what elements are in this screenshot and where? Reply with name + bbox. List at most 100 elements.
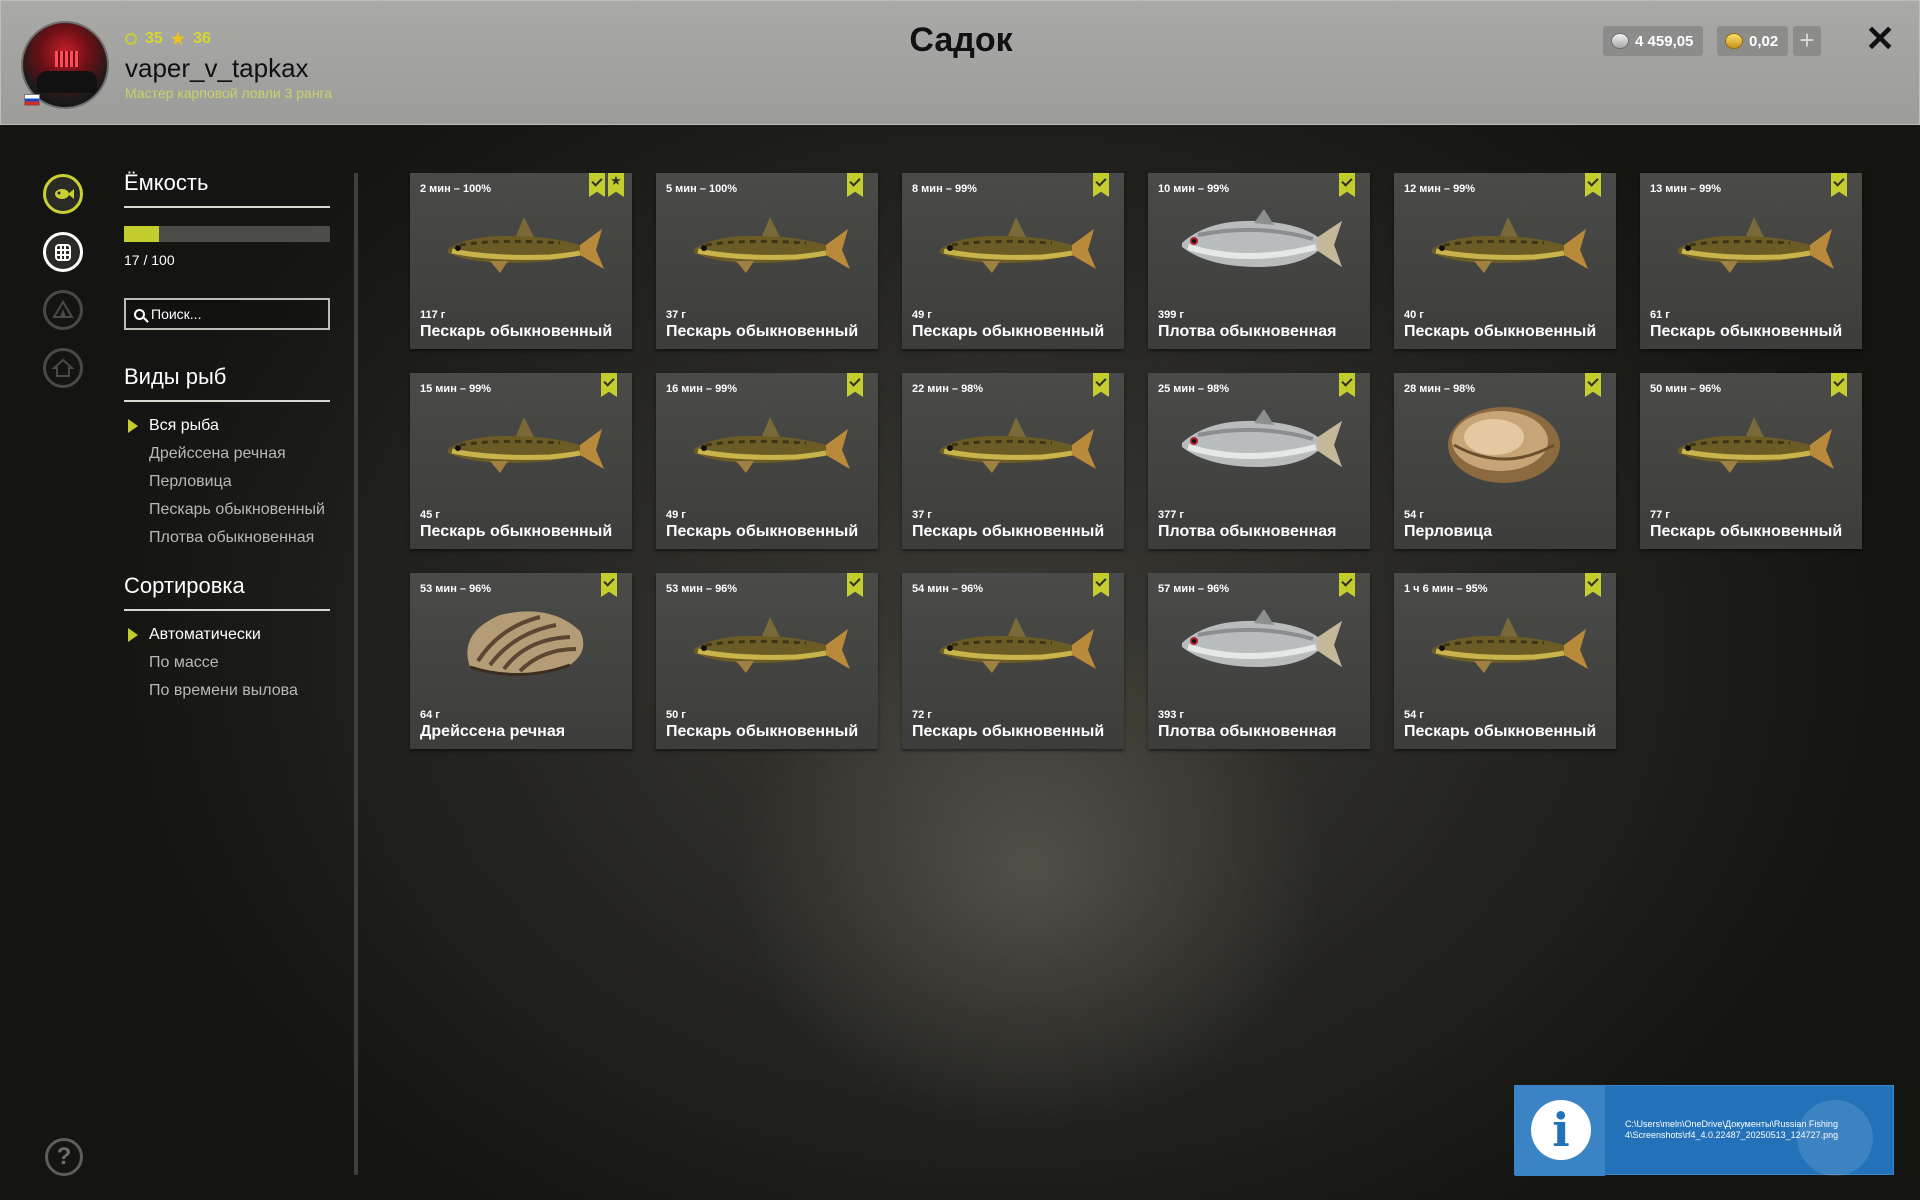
catch-weight: 377 г [1158,509,1184,521]
close-button[interactable]: ✕ [1865,19,1895,59]
home-icon[interactable] [43,348,83,388]
catch-weight: 45 г [420,509,440,521]
catch-name: Пескарь обыкновенный [1404,723,1597,740]
catch-card[interactable]: 8 мин – 99% 49 г Пескарь обыкновенный [902,173,1124,349]
tent-icon[interactable] [43,290,83,330]
catch-weight: 37 г [912,509,932,521]
bookmark-check-icon[interactable] [601,573,617,597]
gold-coin-icon [1725,33,1743,49]
catch-card[interactable]: 53 мин – 96% 50 г Пескарь обыкновенный [656,573,878,749]
catch-card[interactable]: 2 мин – 100% 117 г Пескарь обыкновенный ★ [410,173,632,349]
catch-name: Пескарь обыкновенный [912,723,1105,740]
catch-name: Плотва обыкновенная [1158,323,1337,340]
species-list: Вся рыба Дрейссена речная Перловица Пескарь… [124,416,330,547]
bookmark-check-icon[interactable] [1339,373,1355,397]
sort-option-label: По массе [149,654,219,671]
species-option[interactable]: Пескарь обыкновенный [124,500,330,519]
species-option[interactable]: Вся рыба [124,416,330,435]
sort-option[interactable]: По массе [124,653,330,672]
help-button[interactable]: ? [45,1138,83,1176]
catch-card[interactable]: 54 мин – 96% 72 г Пескарь обыкновенный [902,573,1124,749]
catch-card[interactable]: 13 мин – 99% 61 г Пескарь обыкновенный [1640,173,1862,349]
bookmark-check-icon[interactable] [1339,573,1355,597]
catch-time: 2 мин – 100% [420,183,492,195]
species-option[interactable]: Перловица [124,472,330,491]
player-rank: Мастер карповой ловли 3 ранга [125,85,333,101]
sort-heading: Сортировка [124,573,330,611]
catch-card[interactable]: 16 мин – 99% 49 г Пескарь обыкновенный [656,373,878,549]
catch-name: Перловица [1404,523,1493,540]
bookmark-check-icon[interactable] [601,373,617,397]
catch-card[interactable]: 5 мин – 100% 37 г Пескарь обыкновенный [656,173,878,349]
species-option[interactable]: Дрейссена речная [124,444,330,463]
bookmark-check-icon[interactable] [1093,173,1109,197]
catch-card[interactable]: 50 мин – 96% 77 г Пескарь обыкновенный [1640,373,1862,549]
catch-card[interactable]: 12 мин – 99% 40 г Пескарь обыкновенный [1394,173,1616,349]
catch-name: Пескарь обыкновенный [912,323,1105,340]
catch-time: 28 мин – 98% [1404,383,1476,395]
catch-time: 1 ч 6 мин – 95% [1404,583,1488,595]
sort-option[interactable]: Автоматически [124,625,330,644]
bookmark-check-icon[interactable] [1093,573,1109,597]
catch-card[interactable]: 15 мин – 99% 45 г Пескарь обыкновенный [410,373,632,549]
catch-card[interactable]: 53 мин – 96% 64 г Дрейссена речная [410,573,632,749]
catch-name: Плотва обыкновенная [1158,723,1337,740]
catch-time: 53 мин – 96% [420,583,492,595]
fish-icon[interactable] [43,174,83,214]
catch-name: Пескарь обыкновенный [420,523,613,540]
catch-card[interactable]: 10 мин – 99% 399 г Плотва обыкновенная [1148,173,1370,349]
sort-option-label: Автоматически [149,626,261,643]
bookmark-check-icon[interactable] [1093,373,1109,397]
bookmark-check-icon[interactable] [847,373,863,397]
catch-card[interactable]: 22 мин – 98% 37 г Пескарь обыкновенный [902,373,1124,549]
catch-weight: 393 г [1158,709,1184,721]
catch-time: 16 мин – 99% [666,383,738,395]
bookmark-check-icon[interactable] [1831,173,1847,197]
catch-card[interactable]: 57 мин – 96% 393 г Плотва обыкновенная [1148,573,1370,749]
catch-time: 10 мин – 99% [1158,183,1230,195]
catch-time: 15 мин – 99% [420,383,492,395]
bookmark-check-icon[interactable] [1585,173,1601,197]
catch-name: Пескарь обыкновенный [1650,323,1843,340]
screenshot-notification[interactable]: i C:\Users\meln\OneDrive\Документы\Russi… [1514,1085,1894,1176]
bookmark-check-icon[interactable] [1585,373,1601,397]
species-option[interactable]: Плотва обыкновенная [124,528,330,547]
panel-divider [354,173,358,1175]
catch-time: 22 мин – 98% [912,383,984,395]
search-input[interactable]: Поиск... [124,298,330,330]
notification-text: C:\Users\meln\OneDrive\Документы\Russian… [1625,1119,1839,1140]
catch-time: 8 мин – 99% [912,183,977,195]
selected-arrow-icon [128,419,138,433]
bookmark-check-icon[interactable] [589,173,605,197]
bookmark-check-icon[interactable] [1831,373,1847,397]
catch-card[interactable]: 25 мин – 98% 377 г Плотва обыкновенная [1148,373,1370,549]
avatar-car [37,71,97,93]
capacity-bar [124,226,330,242]
search-icon [134,308,145,320]
catch-name: Пескарь обыкновенный [420,323,613,340]
catch-weight: 61 г [1650,309,1670,321]
capacity-bar-fill [124,226,160,242]
sort-option[interactable]: По времени вылова [124,681,330,700]
bookmark-check-icon[interactable] [1339,173,1355,197]
catch-card[interactable]: 28 мин – 98% 54 г Перловица [1394,373,1616,549]
catch-weight: 64 г [420,709,440,721]
bookmark-star-icon[interactable]: ★ [608,173,624,197]
species-option-label: Вся рыба [149,417,219,434]
catch-weight: 77 г [1650,509,1670,521]
catch-time: 50 мин – 96% [1650,383,1722,395]
bookmark-check-icon[interactable] [847,173,863,197]
silver-balance: 4 459,05 [1603,26,1704,56]
bookmark-check-icon[interactable] [847,573,863,597]
bookmark-check-icon[interactable] [1585,573,1601,597]
catch-name: Пескарь обыкновенный [1404,323,1597,340]
silver-coin-icon [1611,33,1629,49]
catch-name: Дрейссена речная [420,723,566,740]
catch-weight: 72 г [912,709,932,721]
capacity-heading: Ёмкость [124,170,330,208]
catch-card[interactable]: 1 ч 6 мин – 95% 54 г Пескарь обыкновенный [1394,573,1616,749]
catch-name: Пескарь обыкновенный [666,523,859,540]
catch-time: 25 мин – 98% [1158,383,1230,395]
keepnet-icon[interactable] [43,232,83,272]
add-gold-button[interactable]: + [1793,26,1821,56]
